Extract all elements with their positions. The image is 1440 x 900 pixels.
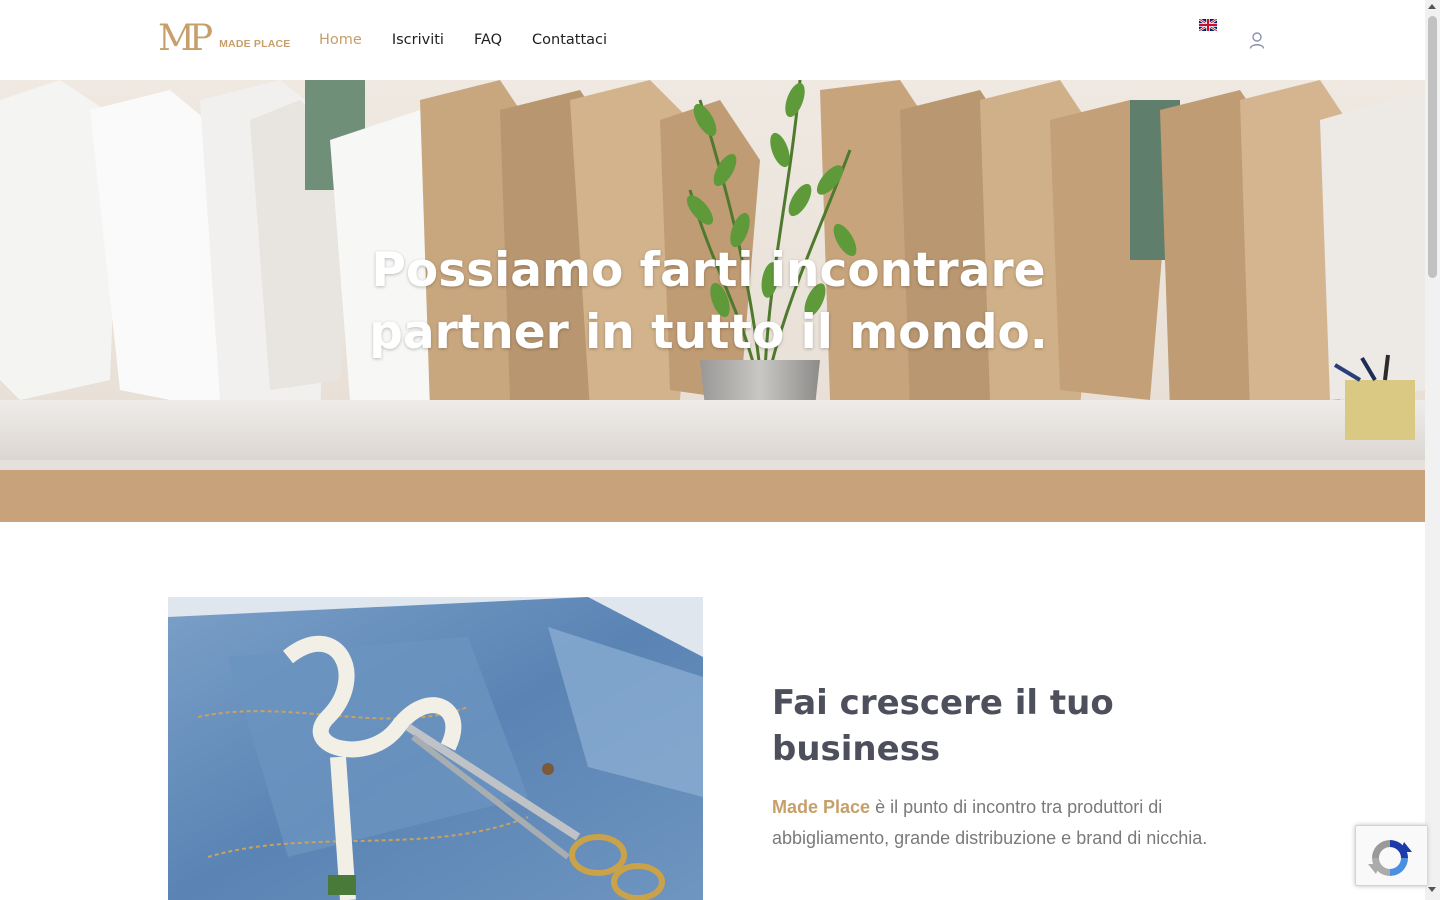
brand-highlight: Made Place <box>772 797 871 817</box>
section-title: Fai crescere il tuo business <box>772 680 1292 772</box>
hero-title-line1: Possiamo farti incontrare <box>371 243 1046 298</box>
recaptcha-badge[interactable] <box>1355 825 1427 886</box>
hero-banner: Possiamo farti incontrare partner in tut… <box>0 80 1425 522</box>
site-header: MP MADE PLACE Home Iscriviti FAQ Contatt… <box>0 0 1425 80</box>
page-scrollbar[interactable] <box>1425 0 1440 900</box>
logo-text: MADE PLACE <box>219 38 291 50</box>
nav-item-faq[interactable]: FAQ <box>474 30 502 50</box>
scroll-down-arrow-icon[interactable] <box>1428 887 1436 892</box>
user-icon[interactable] <box>1249 32 1265 49</box>
hero-title-line2: partner in tutto il mondo. <box>369 305 1048 360</box>
logo[interactable]: MP MADE PLACE <box>158 18 291 59</box>
section-description: Made Place è il punto di incontro tra pr… <box>772 792 1242 854</box>
scroll-up-arrow-icon[interactable] <box>1428 4 1436 9</box>
recaptcha-icon <box>1368 840 1412 876</box>
section-title-line1: Fai crescere il tuo <box>772 683 1114 723</box>
nav-item-contattaci[interactable]: Contattaci <box>532 30 607 50</box>
jeans-image <box>168 597 703 900</box>
section-title-line2: business <box>772 729 941 769</box>
nav-item-iscriviti[interactable]: Iscriviti <box>392 30 444 50</box>
main-nav: Home Iscriviti FAQ Contattaci <box>319 30 637 50</box>
hero-title: Possiamo farti incontrare partner in tut… <box>0 240 1417 364</box>
nav-item-home[interactable]: Home <box>319 30 362 50</box>
scrollbar-thumb[interactable] <box>1428 16 1437 278</box>
logo-mark: MP <box>158 18 213 59</box>
uk-flag-icon[interactable] <box>1199 19 1217 31</box>
